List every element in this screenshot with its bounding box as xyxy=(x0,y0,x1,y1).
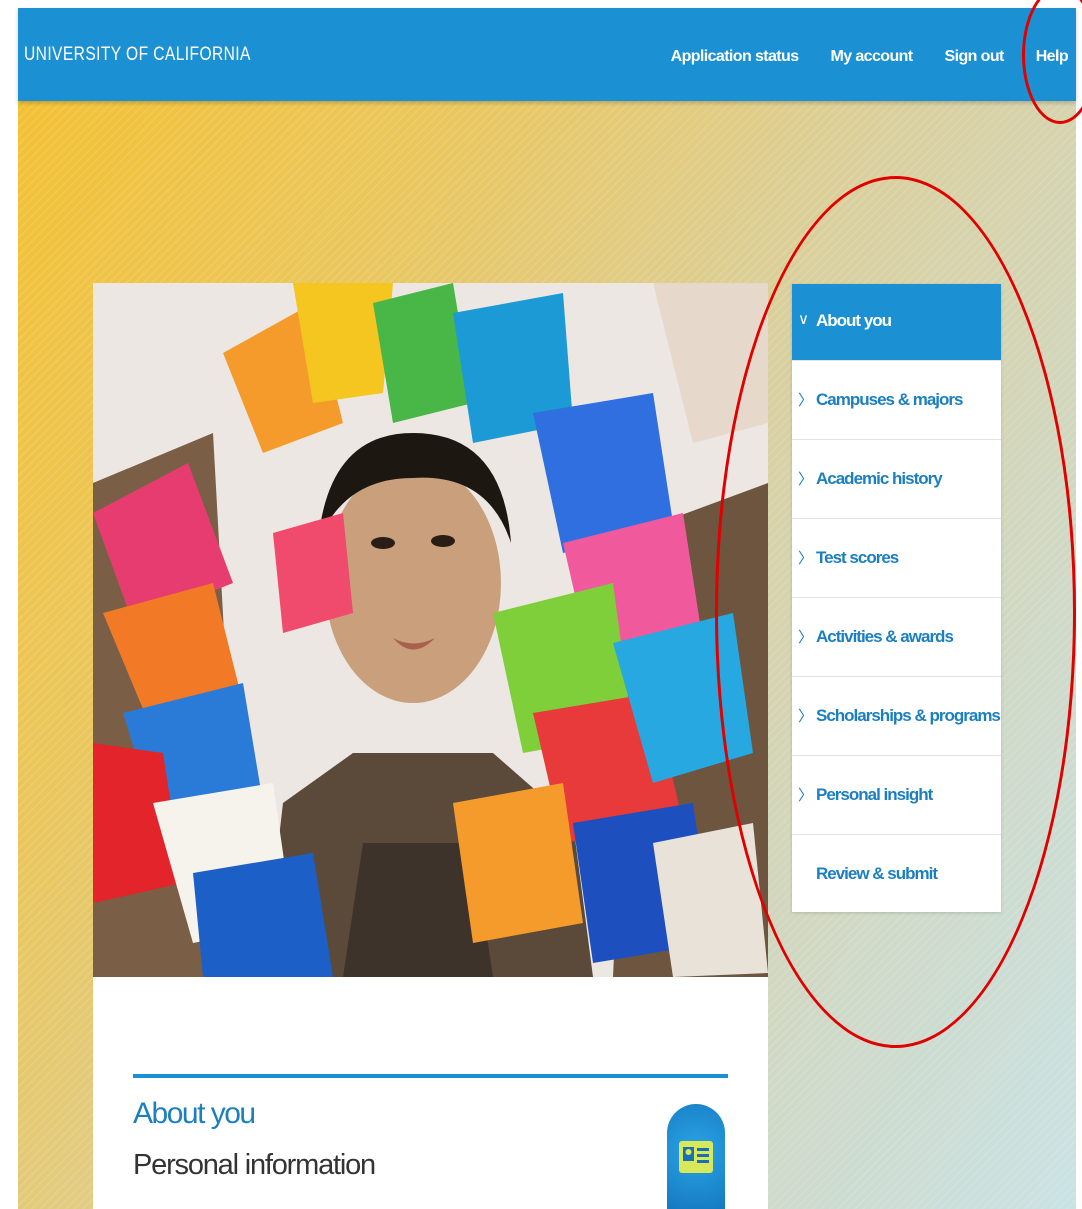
sign-out-link[interactable]: Sign out xyxy=(945,48,1005,66)
id-card-glyph xyxy=(679,1141,713,1173)
chevron-right-icon: 〉 xyxy=(798,392,814,409)
side-nav-label: Review & submit xyxy=(816,864,938,883)
chevron-right-icon: 〉 xyxy=(798,708,814,725)
side-nav-test-scores[interactable]: 〉 Test scores xyxy=(792,519,1001,598)
top-nav: Application status My account Sign out H… xyxy=(639,48,1069,66)
application-status-link[interactable]: Application status xyxy=(671,48,799,66)
help-link[interactable]: Help xyxy=(1036,48,1069,66)
my-account-link[interactable]: My account xyxy=(831,48,914,66)
section-subtitle: Personal information xyxy=(133,1149,376,1181)
side-nav-label: About you xyxy=(816,311,892,330)
side-nav-campuses-majors[interactable]: 〉 Campuses & majors xyxy=(792,361,1001,440)
side-nav-scholarships-programs[interactable]: 〉 Scholarships & programs xyxy=(792,677,1001,756)
application-side-nav: ∨ About you 〉 Campuses & majors 〉 Academ… xyxy=(792,284,1001,912)
side-nav-academic-history[interactable]: 〉 Academic history xyxy=(792,440,1001,519)
top-header: UNIVERSITY OF CALIFORNIA Application sta… xyxy=(18,8,1076,101)
side-nav-about-you[interactable]: ∨ About you xyxy=(792,284,1001,361)
chevron-right-icon: 〉 xyxy=(798,471,814,488)
side-nav-activities-awards[interactable]: 〉 Activities & awards xyxy=(792,598,1001,677)
side-nav-label: Scholarships & programs xyxy=(816,706,1001,725)
side-nav-label: Test scores xyxy=(816,548,899,567)
side-nav-personal-insight[interactable]: 〉 Personal insight xyxy=(792,756,1001,835)
chevron-right-icon: 〉 xyxy=(798,550,814,567)
brand-title[interactable]: UNIVERSITY OF CALIFORNIA xyxy=(24,44,251,66)
about-you-card: About you Personal information xyxy=(93,977,768,1209)
section-title: About you xyxy=(133,1097,256,1130)
side-nav-label: Campuses & majors xyxy=(816,390,963,409)
hero-image xyxy=(93,283,768,977)
section-divider xyxy=(133,1074,728,1078)
chevron-right-icon: 〉 xyxy=(798,787,814,804)
side-nav-label: Activities & awards xyxy=(816,627,954,646)
side-nav-label: Personal insight xyxy=(816,785,933,804)
chevron-down-icon: ∨ xyxy=(798,311,809,328)
chevron-right-icon: 〉 xyxy=(798,629,814,646)
id-card-icon xyxy=(667,1104,725,1209)
side-nav-label: Academic history xyxy=(816,469,943,488)
side-nav-review-submit[interactable]: Review & submit xyxy=(792,835,1001,913)
